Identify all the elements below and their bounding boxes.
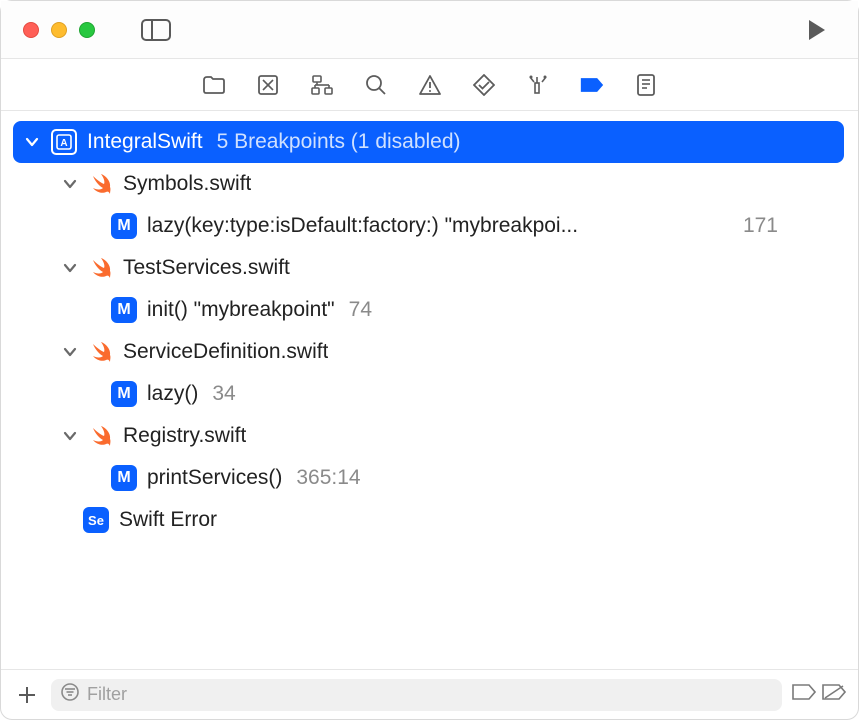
breakpoint-summary: 5 Breakpoints (1 disabled): [217, 130, 461, 154]
test-navigator-icon[interactable]: [472, 73, 496, 97]
add-breakpoint-button[interactable]: [13, 681, 41, 709]
breakpoint-row[interactable]: M lazy() 34: [13, 373, 844, 415]
method-icon: M: [111, 381, 137, 407]
source-control-navigator-icon[interactable]: [256, 73, 280, 97]
swift-error-breakpoint-row[interactable]: Se Swift Error: [13, 499, 844, 541]
breakpoint-toggle[interactable]: [796, 467, 836, 489]
file-row[interactable]: Symbols.swift: [13, 163, 844, 205]
show-enabled-breakpoints-button[interactable]: [792, 684, 816, 705]
swift-file-icon: [89, 424, 113, 448]
swift-file-icon: [89, 172, 113, 196]
breakpoint-toggle[interactable]: [796, 509, 836, 531]
titlebar: [1, 1, 858, 59]
method-icon: M: [111, 213, 137, 239]
breakpoint-label: printServices(): [147, 466, 282, 490]
breakpoint-navigator-icon[interactable]: [580, 73, 604, 97]
breakpoint-filter-buttons: [792, 684, 846, 705]
show-disabled-breakpoints-button[interactable]: [822, 684, 846, 705]
chevron-down-icon[interactable]: [61, 259, 79, 277]
breakpoint-line: 34: [212, 382, 235, 406]
debug-navigator-icon[interactable]: [526, 73, 550, 97]
filter-icon: [61, 683, 79, 706]
breakpoint-row[interactable]: M printServices() 365:14: [13, 457, 844, 499]
method-icon: M: [111, 297, 137, 323]
file-row[interactable]: ServiceDefinition.swift: [13, 331, 844, 373]
traffic-lights: [23, 22, 95, 38]
file-row[interactable]: Registry.swift: [13, 415, 844, 457]
breakpoint-label: lazy(key:type:isDefault:factory:) "mybre…: [147, 214, 729, 238]
breakpoint-toggle[interactable]: [796, 215, 836, 237]
minimize-window-button[interactable]: [51, 22, 67, 38]
close-window-button[interactable]: [23, 22, 39, 38]
app-icon: A: [51, 129, 77, 155]
breakpoint-row[interactable]: M init() "mybreakpoint" 74: [13, 289, 844, 331]
find-navigator-icon[interactable]: [364, 73, 388, 97]
swift-error-label: Swift Error: [119, 508, 217, 532]
file-name: TestServices.swift: [123, 256, 290, 280]
file-name: ServiceDefinition.swift: [123, 340, 328, 364]
breakpoint-tree: A IntegralSwift 5 Breakpoints (1 disable…: [1, 111, 858, 669]
filter-bar: [1, 669, 858, 719]
filter-field-wrap[interactable]: [51, 679, 782, 711]
breakpoint-line: 365:14: [296, 466, 360, 490]
breakpoint-label: init() "mybreakpoint": [147, 298, 335, 322]
zoom-window-button[interactable]: [79, 22, 95, 38]
issue-navigator-icon[interactable]: [418, 73, 442, 97]
filter-input[interactable]: [87, 684, 772, 705]
chevron-down-icon[interactable]: [61, 343, 79, 361]
project-row[interactable]: A IntegralSwift 5 Breakpoints (1 disable…: [13, 121, 844, 163]
breakpoint-line: 74: [349, 298, 372, 322]
breakpoint-label: lazy(): [147, 382, 198, 406]
navigator-selector: [1, 59, 858, 111]
file-name: Symbols.swift: [123, 172, 251, 196]
breakpoint-line: 171: [743, 214, 778, 238]
breakpoint-toggle[interactable]: [796, 299, 836, 321]
file-row[interactable]: TestServices.swift: [13, 247, 844, 289]
chevron-down-icon[interactable]: [23, 133, 41, 151]
project-name: IntegralSwift: [87, 130, 203, 154]
toggle-sidebar-button[interactable]: [137, 16, 175, 44]
symbol-navigator-icon[interactable]: [310, 73, 334, 97]
svg-text:A: A: [60, 138, 67, 149]
report-navigator-icon[interactable]: [634, 73, 658, 97]
file-name: Registry.swift: [123, 424, 246, 448]
swift-file-icon: [89, 340, 113, 364]
method-icon: M: [111, 465, 137, 491]
chevron-down-icon[interactable]: [61, 427, 79, 445]
swift-file-icon: [89, 256, 113, 280]
run-button[interactable]: [798, 16, 836, 44]
breakpoint-row[interactable]: M lazy(key:type:isDefault:factory:) "myb…: [13, 205, 844, 247]
project-navigator-icon[interactable]: [202, 73, 226, 97]
swift-error-icon: Se: [83, 507, 109, 533]
breakpoint-toggle[interactable]: [796, 383, 836, 405]
chevron-down-icon[interactable]: [61, 175, 79, 193]
